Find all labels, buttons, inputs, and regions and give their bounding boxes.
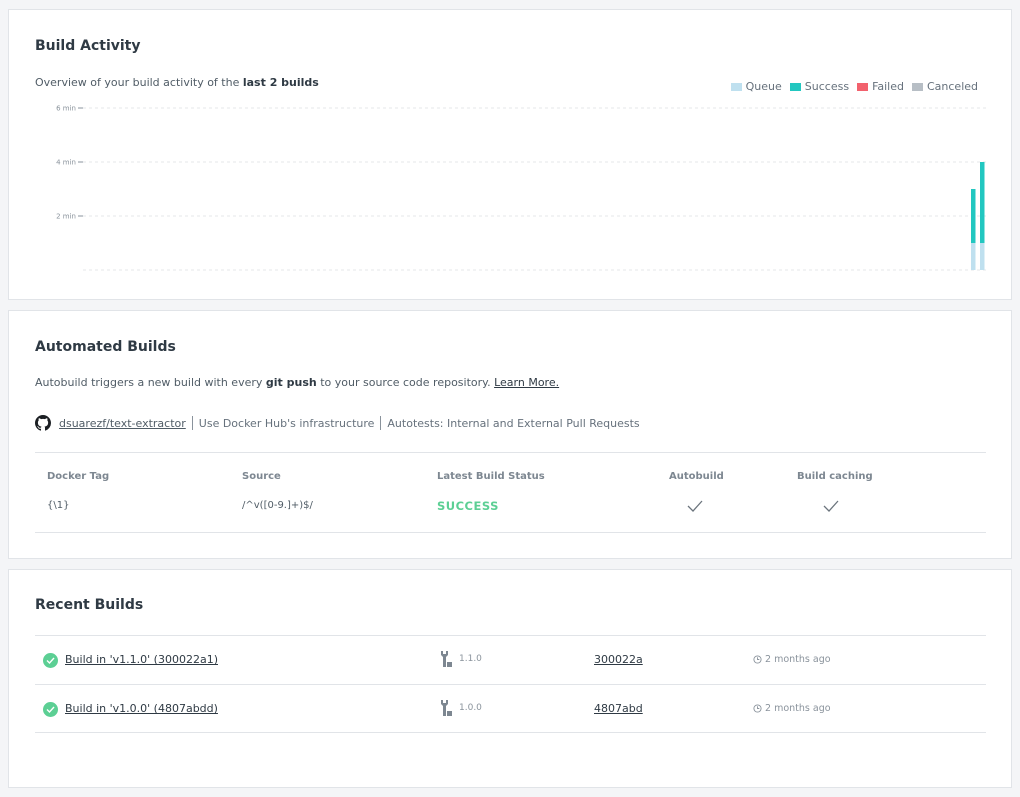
build-time: 2 months ago [765, 703, 831, 714]
header-build-caching: Build caching [797, 471, 873, 482]
success-status-icon [43, 702, 58, 717]
y-tick-label: 2 min [56, 213, 76, 221]
learn-more-link[interactable]: Learn More. [494, 376, 559, 389]
repo-link[interactable]: dsuarezf/text-extractor [59, 417, 186, 430]
build-version: 1.0.0 [459, 703, 482, 713]
y-tick-label: 6 min [56, 105, 76, 113]
success-status-icon [43, 653, 58, 668]
clock-icon [753, 704, 762, 713]
autobuild-check-icon [687, 500, 703, 512]
header-autobuild: Autobuild [669, 471, 724, 482]
recent-builds-panel: Recent Builds Build in 'v1.1.0' (300022a… [8, 569, 1012, 788]
recent-builds-list: Build in 'v1.1.0' (300022a1) 1.1.0 30002… [35, 635, 986, 733]
wrench-icon [441, 651, 452, 667]
automated-builds-description: Autobuild triggers a new build with ever… [35, 376, 559, 389]
build-version: 1.1.0 [459, 654, 482, 664]
wrench-icon [441, 700, 452, 716]
header-source: Source [242, 471, 281, 482]
header-docker-tag: Docker Tag [47, 471, 110, 482]
build-activity-chart: 2 min 4 min 6 min [56, 105, 989, 271]
desc-text: to your source code repository. [316, 376, 495, 389]
desc-text: Autobuild triggers a new build with ever… [35, 376, 266, 389]
recent-builds-title: Recent Builds [35, 597, 144, 613]
infrastructure-label: Use Docker Hub's infrastructure [198, 416, 375, 430]
build-rules-table: Docker Tag Source Latest Build Status Au… [35, 452, 986, 533]
github-icon [35, 415, 51, 431]
desc-bold: git push [265, 376, 317, 389]
divider [191, 416, 193, 430]
bar-success [971, 189, 976, 243]
source-cell: /^v([0-9.]+)$/ [242, 500, 313, 511]
commit-link[interactable]: 300022a [594, 653, 643, 666]
commit-link[interactable]: 4807abd [594, 702, 643, 715]
header-latest-build-status: Latest Build Status [437, 471, 545, 482]
build-status-badge: SUCCESS [437, 499, 499, 513]
divider [380, 416, 382, 430]
autotests-label: Autotests: Internal and External Pull Re… [387, 416, 640, 430]
build-activity-panel: Build Activity Overview of your build ac… [8, 9, 1012, 300]
build-link[interactable]: Build in 'v1.1.0' (300022a1) [65, 653, 218, 666]
build-row: Build in 'v1.1.0' (300022a1) 1.1.0 30002… [35, 635, 986, 684]
bar-success [980, 162, 985, 243]
docker-tag-cell: {\1} [47, 500, 70, 511]
bar-queue [980, 243, 985, 270]
build-row: Build in 'v1.0.0' (4807abdd) 1.0.0 4807a… [35, 684, 986, 733]
build-caching-check-icon [823, 500, 839, 512]
clock-icon [753, 655, 762, 664]
repo-info: dsuarezf/text-extractor Use Docker Hub's… [35, 415, 640, 431]
build-time: 2 months ago [765, 654, 831, 665]
bar-queue [971, 243, 976, 270]
build-link[interactable]: Build in 'v1.0.0' (4807abdd) [65, 702, 218, 715]
automated-builds-title: Automated Builds [35, 339, 176, 355]
automated-builds-panel: Automated Builds Autobuild triggers a ne… [8, 310, 1012, 559]
y-tick-label: 4 min [56, 159, 76, 167]
